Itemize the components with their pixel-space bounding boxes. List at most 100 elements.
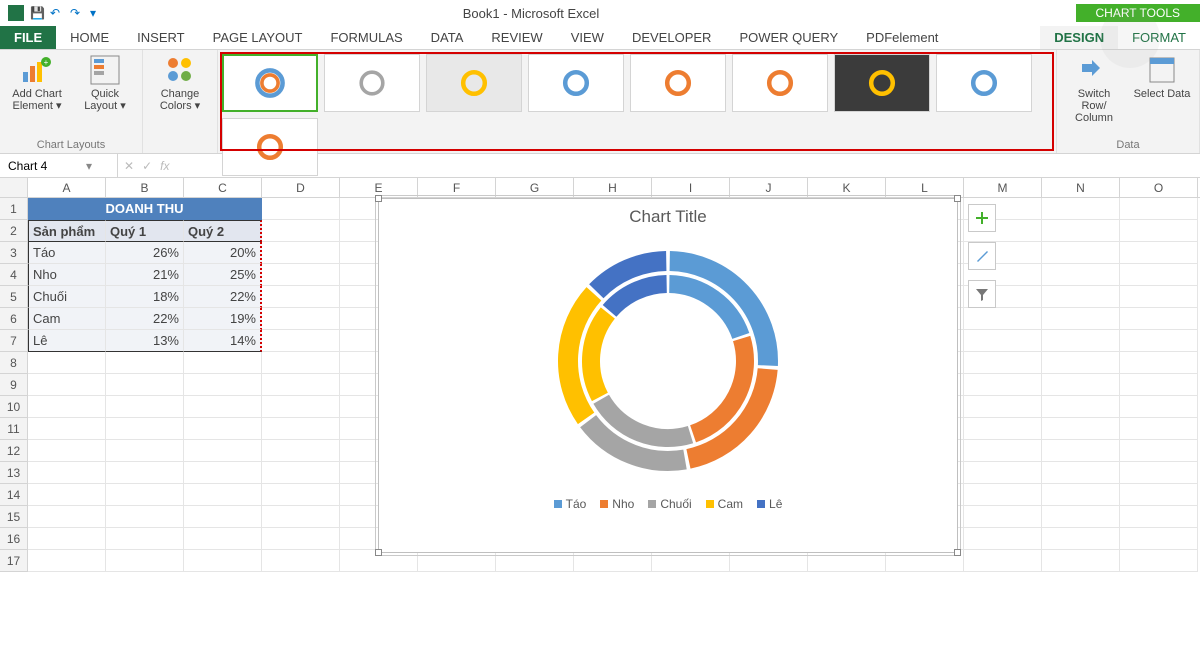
- cell[interactable]: [964, 506, 1042, 528]
- cell[interactable]: [1042, 330, 1120, 352]
- chart-filters-button[interactable]: [968, 280, 996, 308]
- cell[interactable]: [262, 264, 340, 286]
- cell[interactable]: [262, 550, 340, 572]
- col-header[interactable]: D: [262, 178, 340, 197]
- tab-insert[interactable]: INSERT: [123, 26, 198, 49]
- chart-title[interactable]: Chart Title: [379, 199, 957, 231]
- doughnut-chart[interactable]: [538, 231, 798, 491]
- table-cell[interactable]: 13%: [106, 330, 184, 352]
- cell[interactable]: [106, 418, 184, 440]
- cell[interactable]: [1042, 550, 1120, 572]
- row-header[interactable]: 7: [0, 330, 28, 352]
- table-cell[interactable]: Cam: [28, 308, 106, 330]
- row-header[interactable]: 1: [0, 198, 28, 220]
- cell[interactable]: [28, 418, 106, 440]
- cell[interactable]: [1120, 352, 1198, 374]
- chart-style-6[interactable]: [732, 54, 828, 112]
- col-header[interactable]: M: [964, 178, 1042, 197]
- redo-icon[interactable]: ↷: [70, 6, 84, 20]
- cell[interactable]: [1120, 440, 1198, 462]
- table-cell[interactable]: 21%: [106, 264, 184, 286]
- chart-resize-handle[interactable]: [954, 195, 961, 202]
- chart-plot-area[interactable]: [379, 231, 957, 491]
- chart-style-9[interactable]: [222, 118, 318, 176]
- cell[interactable]: [964, 374, 1042, 396]
- chart-style-7[interactable]: [834, 54, 930, 112]
- tab-power-query[interactable]: POWER QUERY: [725, 26, 852, 49]
- cell[interactable]: [964, 396, 1042, 418]
- fx-icon[interactable]: fx: [160, 159, 169, 173]
- cell[interactable]: [262, 484, 340, 506]
- save-icon[interactable]: 💾: [30, 6, 44, 20]
- donut-slice[interactable]: [601, 399, 690, 438]
- table-cell[interactable]: 26%: [106, 242, 184, 264]
- table-cell[interactable]: 25%: [184, 264, 262, 286]
- cell[interactable]: [28, 462, 106, 484]
- cell[interactable]: [1042, 506, 1120, 528]
- cell[interactable]: [1120, 550, 1198, 572]
- table-cell[interactable]: 20%: [184, 242, 262, 264]
- row-header[interactable]: 4: [0, 264, 28, 286]
- tab-data[interactable]: DATA: [417, 26, 478, 49]
- cell[interactable]: [1120, 198, 1198, 220]
- cell[interactable]: [106, 440, 184, 462]
- cell[interactable]: [808, 550, 886, 572]
- select-all-corner[interactable]: [0, 178, 28, 197]
- cell[interactable]: [1042, 462, 1120, 484]
- cell[interactable]: [262, 242, 340, 264]
- tab-review[interactable]: REVIEW: [477, 26, 556, 49]
- row-header[interactable]: 15: [0, 506, 28, 528]
- legend-item[interactable]: Lê: [757, 497, 782, 511]
- cell[interactable]: [106, 462, 184, 484]
- chart-style-8[interactable]: [936, 54, 1032, 112]
- chart-style-3[interactable]: [426, 54, 522, 112]
- cell[interactable]: [262, 220, 340, 242]
- select-data-button[interactable]: Select Data: [1133, 54, 1191, 139]
- table-cell[interactable]: Nho: [28, 264, 106, 286]
- col-header[interactable]: L: [886, 178, 964, 197]
- col-header[interactable]: O: [1120, 178, 1198, 197]
- cell[interactable]: [1120, 330, 1198, 352]
- cell[interactable]: [262, 396, 340, 418]
- chart-resize-handle[interactable]: [375, 549, 382, 556]
- cell[interactable]: [964, 418, 1042, 440]
- cell[interactable]: [652, 550, 730, 572]
- cell[interactable]: [262, 418, 340, 440]
- cell[interactable]: [106, 352, 184, 374]
- col-header[interactable]: G: [496, 178, 574, 197]
- table-cell[interactable]: 19%: [184, 308, 262, 330]
- cell[interactable]: [1042, 418, 1120, 440]
- cell[interactable]: [964, 330, 1042, 352]
- cell[interactable]: [964, 308, 1042, 330]
- row-header[interactable]: 10: [0, 396, 28, 418]
- cell[interactable]: [184, 550, 262, 572]
- cell[interactable]: [1042, 220, 1120, 242]
- cell[interactable]: [730, 550, 808, 572]
- undo-icon[interactable]: ↶: [50, 6, 64, 20]
- cell[interactable]: [574, 550, 652, 572]
- row-header[interactable]: 8: [0, 352, 28, 374]
- chart-style-4[interactable]: [528, 54, 624, 112]
- cell[interactable]: [1042, 396, 1120, 418]
- cell[interactable]: [964, 462, 1042, 484]
- cell[interactable]: [964, 352, 1042, 374]
- cell[interactable]: [1120, 528, 1198, 550]
- formula-enter-icon[interactable]: ✓: [142, 159, 152, 173]
- row-header[interactable]: 6: [0, 308, 28, 330]
- chart-style-5[interactable]: [630, 54, 726, 112]
- chart-elements-button[interactable]: [968, 204, 996, 232]
- col-header[interactable]: H: [574, 178, 652, 197]
- cell[interactable]: [1120, 396, 1198, 418]
- embedded-chart[interactable]: Chart Title TáoNhoChuốiCamLê: [378, 198, 958, 553]
- cell[interactable]: [184, 440, 262, 462]
- col-header[interactable]: N: [1042, 178, 1120, 197]
- cell[interactable]: [1042, 440, 1120, 462]
- cell[interactable]: [1120, 286, 1198, 308]
- tab-page-layout[interactable]: PAGE LAYOUT: [199, 26, 317, 49]
- row-header[interactable]: 3: [0, 242, 28, 264]
- cell[interactable]: [106, 484, 184, 506]
- cell[interactable]: [964, 528, 1042, 550]
- table-cell[interactable]: Táo: [28, 242, 106, 264]
- table-header-cell[interactable]: Quý 1: [106, 220, 184, 242]
- chart-resize-handle[interactable]: [954, 549, 961, 556]
